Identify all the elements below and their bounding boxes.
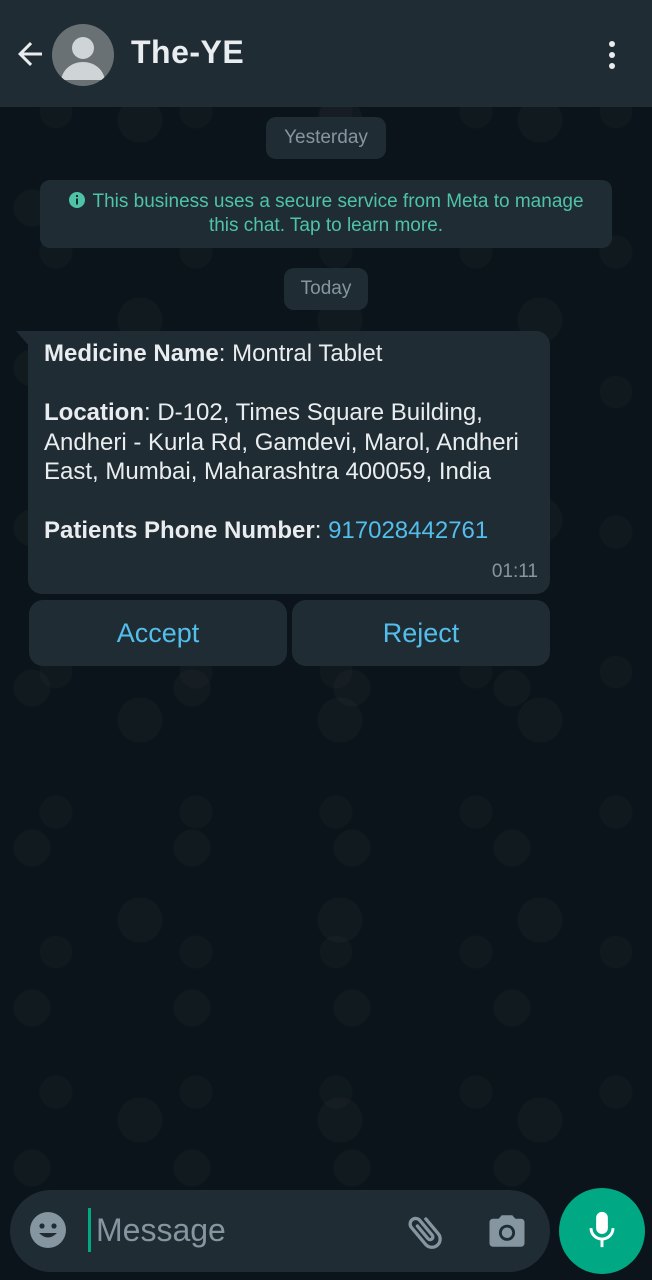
medicine-label: Medicine Name — [44, 340, 219, 367]
message-composer[interactable]: Message — [10, 1190, 550, 1272]
encryption-notice[interactable]: This business uses a secure service from… — [40, 180, 612, 248]
date-divider-today: Today — [284, 268, 368, 310]
phone-separator: : — [314, 517, 329, 544]
message-input[interactable]: Message — [96, 1212, 226, 1249]
paperclip-icon[interactable] — [404, 1210, 448, 1254]
reject-button[interactable]: Reject — [292, 600, 550, 666]
notice-text: This business uses a secure service from… — [92, 191, 584, 236]
info-icon — [69, 192, 86, 208]
more-vertical-icon[interactable] — [598, 36, 626, 72]
location-label: Location — [44, 399, 144, 426]
medicine-line: Medicine Name: Montral Tablet — [44, 339, 540, 369]
accept-button[interactable]: Accept — [29, 600, 287, 666]
avatar[interactable] — [52, 24, 114, 86]
text-caret — [88, 1208, 91, 1252]
phone-link[interactable]: 917028442761 — [328, 517, 488, 544]
date-divider-yesterday: Yesterday — [266, 117, 386, 159]
chat-header: The-YE — [0, 0, 652, 107]
back-arrow-icon[interactable] — [12, 36, 48, 72]
medicine-value: : Montral Tablet — [218, 340, 383, 367]
camera-icon[interactable] — [486, 1210, 528, 1252]
default-avatar-icon — [61, 37, 105, 80]
message-bubble[interactable]: Medicine Name: Montral Tablet Location: … — [28, 331, 550, 594]
microphone-icon — [589, 1211, 615, 1248]
phone-line: Patients Phone Number: 917028442761 — [44, 516, 540, 546]
chat-title[interactable]: The-YE — [131, 34, 244, 71]
phone-label: Patients Phone Number — [44, 517, 315, 544]
location-line: Location: D-102, Times Square Building, … — [44, 398, 540, 487]
voice-record-button[interactable] — [559, 1188, 645, 1274]
message-time: 01:11 — [491, 560, 538, 582]
emoji-icon[interactable] — [28, 1210, 68, 1250]
